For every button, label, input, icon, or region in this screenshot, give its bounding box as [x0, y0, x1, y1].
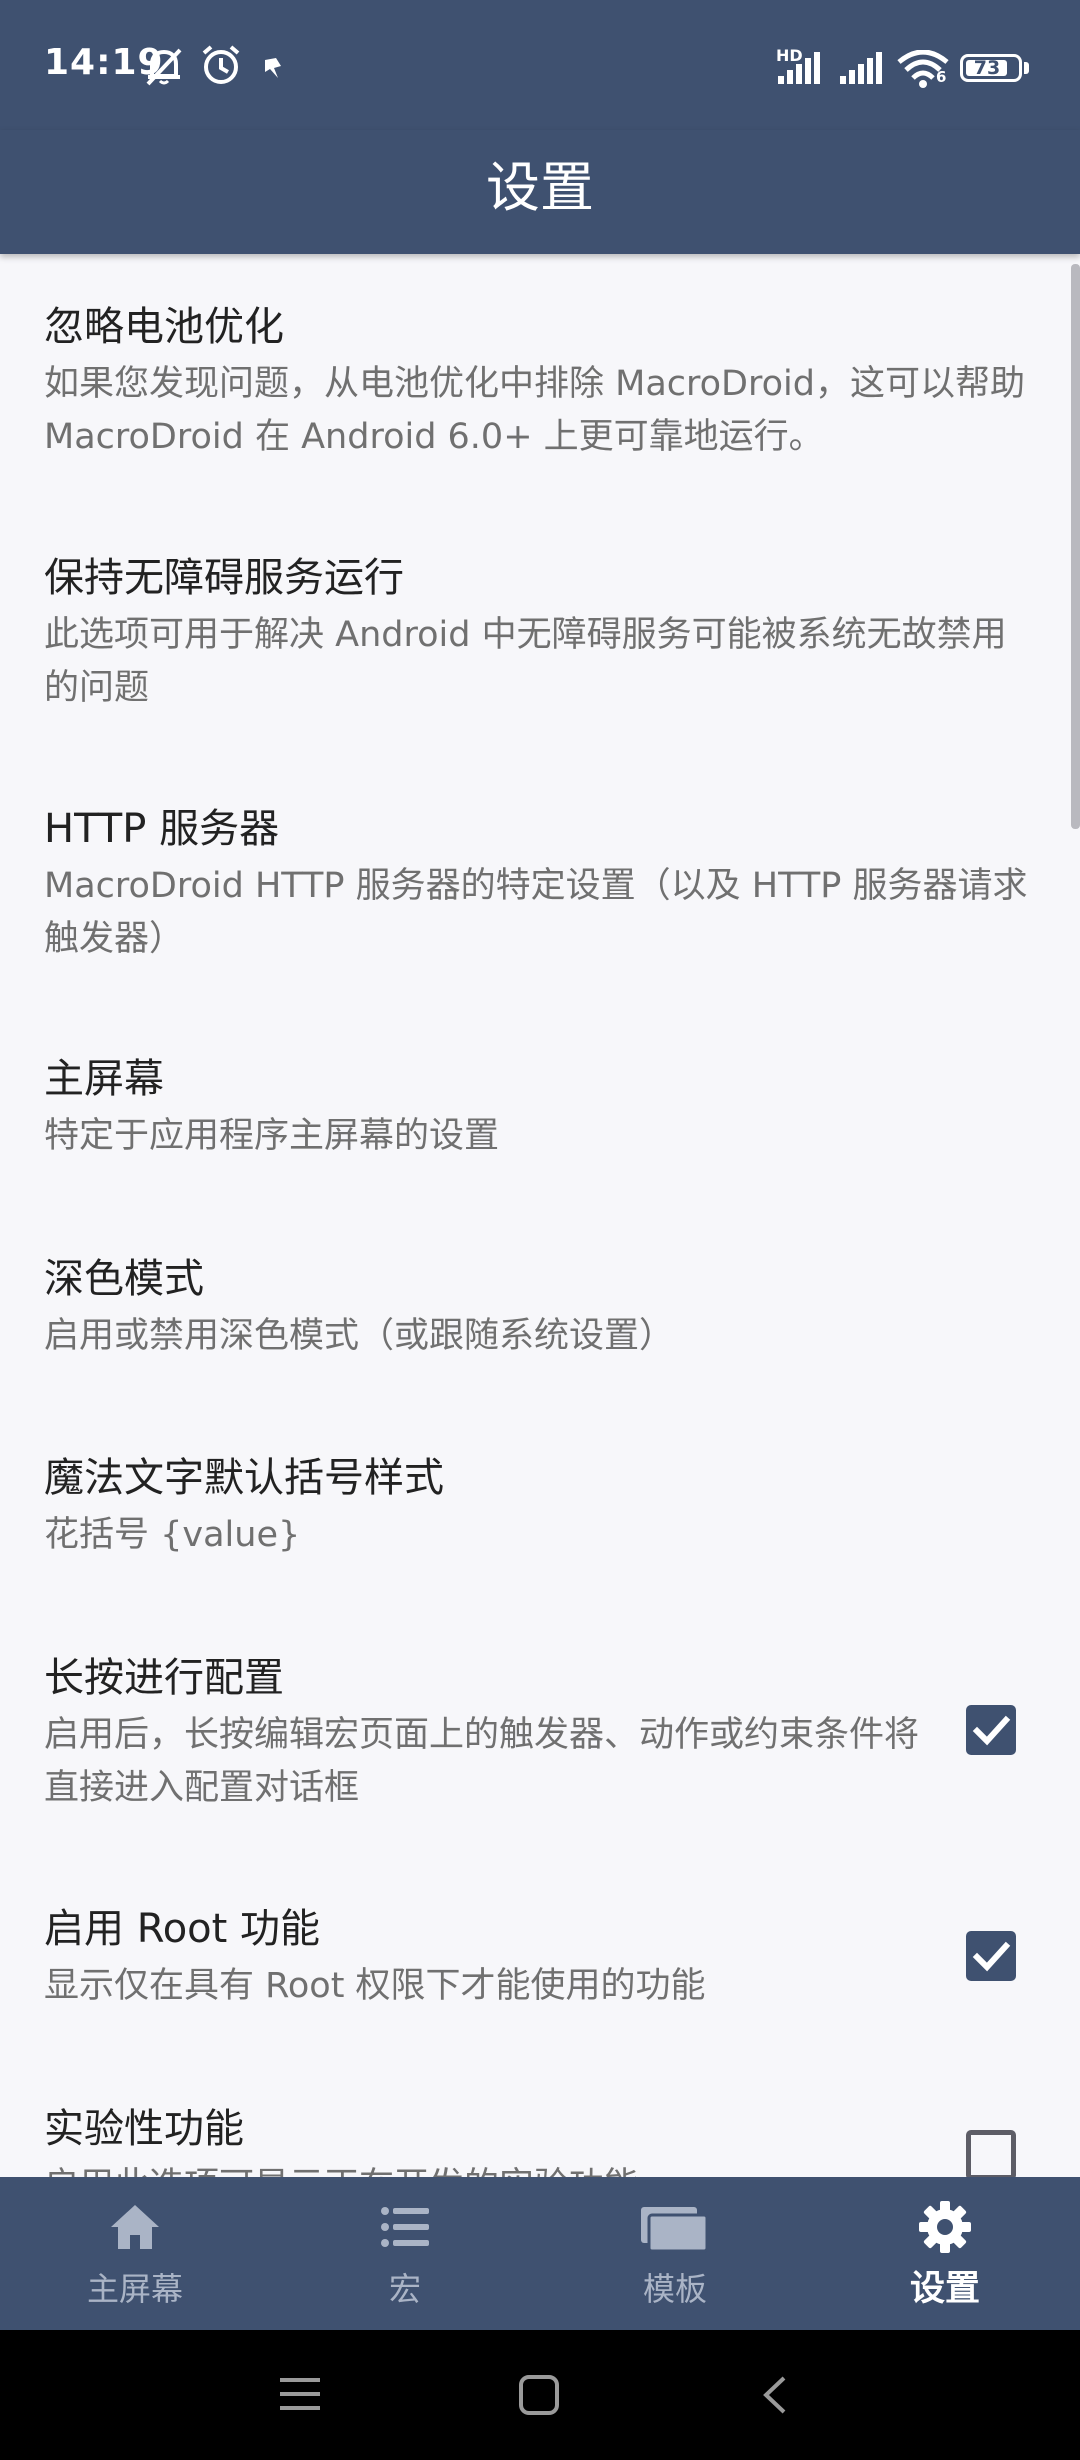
mute-icon: [146, 48, 182, 86]
app-bar: 设置: [0, 130, 1080, 254]
status-bar: 14:19 HD 6 73: [0, 0, 1080, 130]
setting-enable-root[interactable]: 启用 Root 功能 显示仅在具有 Root 权限下才能使用的功能: [0, 1904, 1080, 2054]
app-notification-icon: [265, 58, 281, 78]
setting-description: 花括号 {value}: [44, 1515, 301, 1555]
setting-title: 实验性功能: [44, 2106, 244, 2152]
setting-home-screen[interactable]: 主屏幕 特定于应用程序主屏幕的设置: [0, 1054, 1080, 1204]
settings-list[interactable]: 忽略电池优化 如果您发现问题，从电池优化中排除 MacroDroid，这可以帮助…: [0, 254, 1080, 2177]
check-icon: [972, 1715, 1011, 1746]
page-title: 设置: [486, 156, 594, 219]
check-icon: [972, 1941, 1011, 1972]
setting-title: 忽略电池优化: [44, 304, 284, 350]
setting-title: 保持无障碍服务运行: [44, 555, 404, 601]
menu-icon[interactable]: [280, 2374, 320, 2414]
setting-description: 如果您发现问题，从电池优化中排除 MacroDroid，这可以帮助 MacroD…: [44, 364, 1025, 457]
experimental-checkbox[interactable]: [966, 2130, 1016, 2177]
nav-label: 主屏幕: [86, 2270, 183, 2308]
wifi-badge: 6: [936, 68, 947, 86]
signal-icon: [778, 52, 820, 84]
setting-title: HTTP 服务器: [44, 806, 280, 852]
gear-icon: [919, 2201, 971, 2253]
long-press-checkbox[interactable]: [966, 1705, 1016, 1755]
setting-magic-text-bracket-style[interactable]: 魔法文字默认括号样式 花括号 {value}: [0, 1453, 1080, 1603]
nav-item-home[interactable]: 主屏幕: [0, 2177, 270, 2330]
setting-description: 启用后，长按编辑宏页面上的触发器、动作或约束条件将直接进入配置对话框: [44, 1715, 920, 1808]
setting-keep-accessibility-running[interactable]: 保持无障碍服务运行 此选项可用于解决 Android 中无障碍服务可能被系统无故…: [0, 553, 1080, 753]
home-square-icon[interactable]: [518, 2374, 560, 2416]
signal-icon-2: [840, 52, 882, 84]
nav-item-templates[interactable]: 模板: [540, 2177, 810, 2330]
bottom-navigation: 主屏幕 宏 模板 设置: [0, 2177, 1080, 2330]
setting-title: 主屏幕: [44, 1056, 164, 1102]
templates-icon: [641, 2207, 709, 2253]
back-icon[interactable]: [760, 2374, 790, 2416]
battery-tip: [1024, 62, 1029, 74]
enable-root-checkbox[interactable]: [966, 1931, 1016, 1981]
alarm-icon: [202, 45, 240, 84]
system-navigation-bar: [0, 2330, 1080, 2460]
setting-description: MacroDroid HTTP 服务器的特定设置（以及 HTTP 服务器请求触发…: [44, 866, 1028, 959]
setting-long-press-configure[interactable]: 长按进行配置 启用后，长按编辑宏页面上的触发器、动作或约束条件将直接进入配置对话…: [0, 1653, 1080, 1853]
home-icon: [111, 2205, 159, 2249]
setting-ignore-battery-optimization[interactable]: 忽略电池优化 如果您发现问题，从电池优化中排除 MacroDroid，这可以帮助…: [0, 302, 1080, 502]
setting-description: 启用此选项可显示正在开发的实验功能: [44, 2160, 924, 2177]
nav-item-settings[interactable]: 设置: [810, 2177, 1080, 2330]
list-icon: [381, 2207, 429, 2247]
nav-label: 宏: [388, 2270, 421, 2308]
setting-description: 显示仅在具有 Root 权限下才能使用的功能: [44, 1966, 706, 2006]
setting-experimental-features[interactable]: 实验性功能 启用此选项可显示正在开发的实验功能: [0, 2104, 1080, 2177]
setting-description: 特定于应用程序主屏幕的设置: [44, 1116, 500, 1156]
setting-title: 启用 Root 功能: [44, 1906, 321, 1952]
battery-level: 73: [973, 57, 1001, 79]
nav-item-macros[interactable]: 宏: [270, 2177, 540, 2330]
setting-title: 深色模式: [44, 1256, 204, 1302]
setting-title: 魔法文字默认括号样式: [44, 1455, 444, 1501]
battery-icon: 73: [960, 54, 1022, 82]
settings-screen: 14:19 HD 6 73 设置 忽略电池优化 如果您发现问题，从电池优化中排除…: [0, 0, 1080, 2460]
setting-description: 启用或禁用深色模式（或跟随系统设置）: [44, 1316, 675, 1356]
setting-title: 长按进行配置: [44, 1655, 284, 1701]
setting-dark-mode[interactable]: 深色模式 启用或禁用深色模式（或跟随系统设置）: [0, 1254, 1080, 1404]
nav-label: 模板: [642, 2270, 707, 2308]
nav-label: 设置: [909, 2269, 980, 2309]
setting-description: 此选项可用于解决 Android 中无障碍服务可能被系统无故禁用的问题: [44, 615, 1007, 708]
setting-http-server[interactable]: HTTP 服务器 MacroDroid HTTP 服务器的特定设置（以及 HTT…: [0, 804, 1080, 1004]
